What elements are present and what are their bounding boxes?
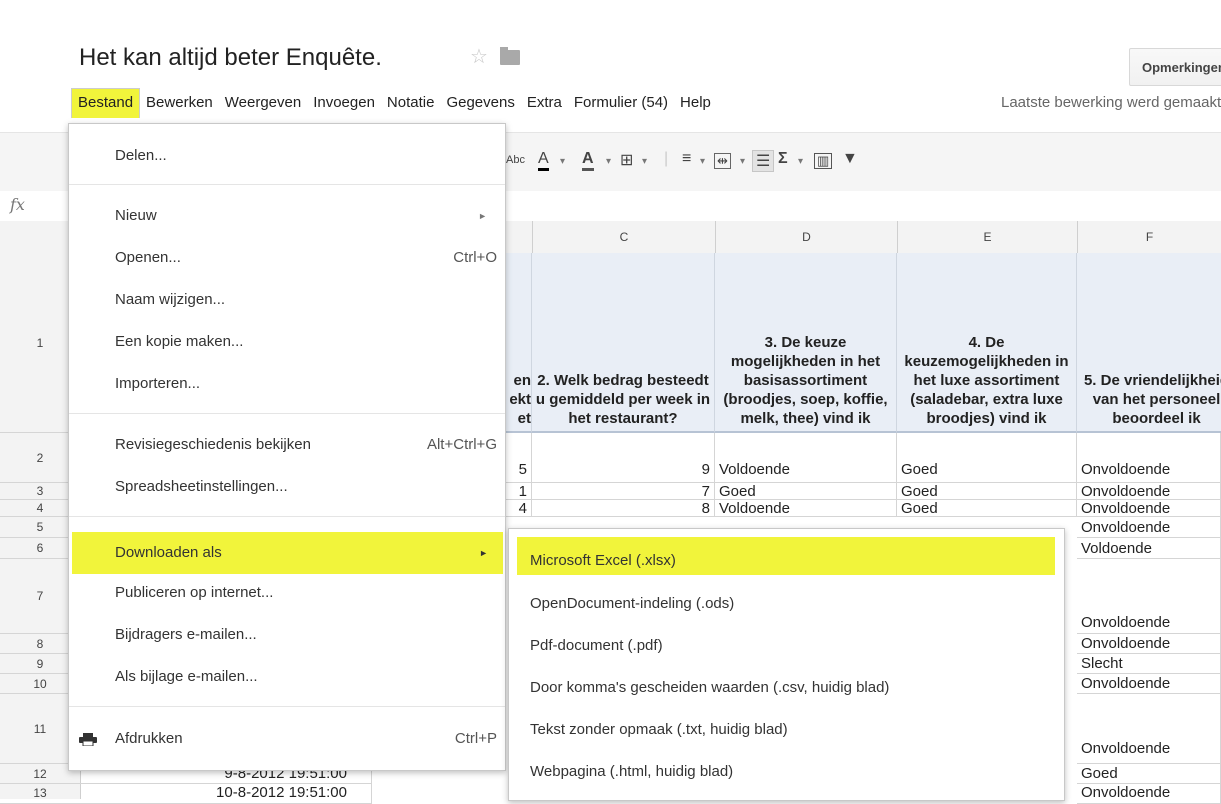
cell[interactable]: 9 xyxy=(532,433,715,483)
cell[interactable]: Goed xyxy=(897,500,1077,517)
chevron-down-icon[interactable]: ▾ xyxy=(700,156,705,167)
menu-item-delen[interactable]: Delen... xyxy=(69,139,505,173)
sum-icon[interactable]: Σ xyxy=(778,150,788,168)
menu-item-downloaden-als[interactable]: Downloaden als ► xyxy=(72,532,503,574)
strikethrough-button[interactable]: Abc xyxy=(506,154,525,166)
cell[interactable]: Goed xyxy=(897,483,1077,500)
menu-gegevens[interactable]: Gegevens xyxy=(440,88,520,118)
header-cell-f[interactable]: 5. De vriendelijkheid van het personeel … xyxy=(1077,253,1221,433)
comments-button[interactable]: Opmerkingen xyxy=(1129,48,1221,86)
submenu-item-csv[interactable]: Door komma's gescheiden waarden (.csv, h… xyxy=(509,671,1064,705)
menu-bewerken[interactable]: Bewerken xyxy=(140,88,219,118)
toolbar-divider: | xyxy=(664,150,669,167)
menu-notatie[interactable]: Notatie xyxy=(381,88,441,118)
menu-weergeven[interactable]: Weergeven xyxy=(219,88,307,118)
cell[interactable]: 7 xyxy=(532,483,715,500)
menu-extra[interactable]: Extra xyxy=(521,88,568,118)
menu-item-openen[interactable]: Openen... Ctrl+O xyxy=(69,241,505,275)
text-color-button[interactable]: A xyxy=(538,150,549,171)
chevron-down-icon[interactable]: ▾ xyxy=(642,156,647,167)
fx-icon: fx xyxy=(10,195,25,214)
menu-formulier[interactable]: Formulier (54) xyxy=(568,88,674,118)
submenu-item-ods[interactable]: OpenDocument-indeling (.ods) xyxy=(509,587,1064,621)
menu-item-importeren[interactable]: Importeren... xyxy=(69,367,505,401)
menu-item-bijdragers-emailen[interactable]: Bijdragers e-mailen... xyxy=(69,618,505,652)
folder-icon[interactable] xyxy=(500,47,520,65)
menu-item-kopie-maken[interactable]: Een kopie maken... xyxy=(69,325,505,359)
cell[interactable]: Slecht xyxy=(1077,654,1221,674)
cell[interactable]: Onvoldoende xyxy=(1077,483,1221,500)
download-submenu: Microsoft Excel (.xlsx) OpenDocument-ind… xyxy=(508,528,1065,801)
fill-color-button[interactable]: A xyxy=(582,150,594,171)
cell[interactable]: Voldoende xyxy=(715,500,897,517)
cell[interactable]: 4 xyxy=(504,500,532,517)
menu-help[interactable]: Help xyxy=(674,88,717,118)
submenu-item-html[interactable]: Webpagina (.html, huidig blad) xyxy=(509,755,1064,789)
menu-bar: Bestand Bewerken Weergeven Invoegen Nota… xyxy=(71,88,717,118)
submenu-arrow-icon: ► xyxy=(479,548,488,558)
chevron-down-icon[interactable]: ▾ xyxy=(606,156,611,167)
header-cell-c[interactable]: 2. Welk bedrag besteedt u gemiddeld per … xyxy=(532,253,715,433)
cell[interactable]: 8 xyxy=(532,500,715,517)
cell[interactable]: Goed xyxy=(1077,764,1221,784)
cell[interactable]: Goed xyxy=(715,483,897,500)
cell[interactable]: Onvoldoende xyxy=(1077,694,1221,764)
menu-item-revisiegeschiedenis[interactable]: Revisiegeschiedenis bekijken Alt+Ctrl+G xyxy=(69,428,505,462)
menu-item-naam-wijzigen[interactable]: Naam wijzigen... xyxy=(69,283,505,317)
column-header-c[interactable]: C xyxy=(532,221,715,253)
file-menu: Delen... Nieuw ► Openen... Ctrl+O Naam wij… xyxy=(68,123,506,771)
menu-bestand[interactable]: Bestand xyxy=(71,88,141,118)
merge-cells-icon[interactable]: ⇹ xyxy=(714,153,731,169)
wrap-text-icon[interactable]: ☰ xyxy=(752,150,775,172)
borders-icon[interactable]: ⊞ xyxy=(620,150,633,170)
menu-invoegen[interactable]: Invoegen xyxy=(307,88,381,118)
align-icon[interactable]: ≡ xyxy=(682,150,691,168)
column-header-e[interactable]: E xyxy=(897,221,1077,253)
cell[interactable]: 5 xyxy=(504,433,532,483)
submenu-item-pdf[interactable]: Pdf-document (.pdf) xyxy=(509,629,1064,663)
cell[interactable]: Onvoldoende xyxy=(1077,559,1221,634)
chart-icon[interactable]: ▥ xyxy=(814,153,833,169)
cell[interactable]: Goed xyxy=(897,433,1077,483)
cell[interactable]: Onvoldoende xyxy=(1077,517,1221,538)
menu-item-publiceren[interactable]: Publiceren op internet... xyxy=(69,576,505,610)
cell[interactable]: 1 xyxy=(504,483,532,500)
submenu-arrow-icon: ► xyxy=(478,211,487,221)
chevron-down-icon[interactable]: ▾ xyxy=(798,156,803,167)
menu-separator xyxy=(69,184,505,185)
column-header-d[interactable]: D xyxy=(715,221,897,253)
cell[interactable]: Onvoldoende xyxy=(1077,674,1221,694)
column-header-f[interactable]: F xyxy=(1077,221,1221,253)
cell[interactable]: Onvoldoende xyxy=(1077,433,1221,483)
filter-icon[interactable]: ▼ xyxy=(842,150,858,168)
chevron-down-icon[interactable]: ▾ xyxy=(560,156,565,167)
menu-item-spreadsheetinstellingen[interactable]: Spreadsheetinstellingen... xyxy=(69,470,505,504)
submenu-item-xlsx[interactable]: Microsoft Excel (.xlsx) xyxy=(517,537,1055,575)
cell[interactable]: 10-8-2012 19:51:00 xyxy=(80,784,372,804)
cell[interactable]: Onvoldoende xyxy=(1077,784,1221,804)
menu-separator xyxy=(69,516,505,517)
menu-item-afdrukken[interactable]: Afdrukken Ctrl+P xyxy=(69,722,505,756)
header-cell-e[interactable]: 4. De keuzemogelijkheden in het luxe ass… xyxy=(897,253,1077,433)
menu-separator xyxy=(69,413,505,414)
last-edit-link[interactable]: Laatste bewerking werd gemaakt xyxy=(1001,88,1221,118)
row-number[interactable]: 13 xyxy=(0,784,80,804)
header-cell-b[interactable]: en ekt et xyxy=(504,253,532,433)
chevron-down-icon[interactable]: ▾ xyxy=(740,156,745,167)
header-cell-d[interactable]: 3. De keuze mogelijkheden in het basisas… xyxy=(715,253,897,433)
menu-item-nieuw[interactable]: Nieuw ► xyxy=(69,199,505,233)
cell[interactable]: Voldoende xyxy=(715,433,897,483)
menu-separator xyxy=(69,706,505,707)
menu-item-bijlage-emailen[interactable]: Als bijlage e-mailen... xyxy=(69,660,505,694)
cell[interactable]: Onvoldoende xyxy=(1077,634,1221,654)
submenu-item-txt[interactable]: Tekst zonder opmaak (.txt, huidig blad) xyxy=(509,713,1064,747)
cell[interactable]: Onvoldoende xyxy=(1077,500,1221,517)
printer-icon xyxy=(79,733,97,746)
cell[interactable]: Voldoende xyxy=(1077,538,1221,559)
document-title[interactable]: Het kan altijd beter Enquête. xyxy=(79,44,382,72)
star-icon[interactable]: ☆ xyxy=(470,44,488,69)
